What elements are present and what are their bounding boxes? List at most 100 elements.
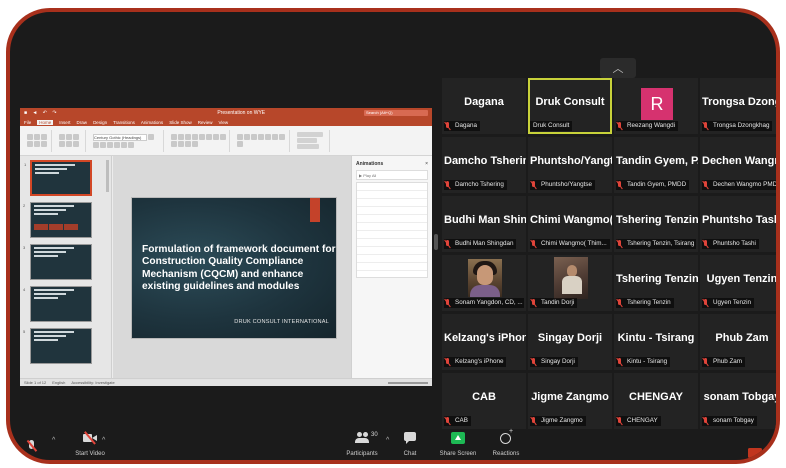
participant-tile[interactable]: Budhi Man Shin... Budhi Man Shingdan — [442, 196, 526, 252]
share-screen-icon — [451, 432, 465, 444]
microphone-muted-icon — [530, 239, 538, 249]
participant-name: Singay Dorji — [541, 358, 575, 365]
participant-tile[interactable]: Singay Dorji Singay Dorji — [528, 314, 612, 370]
participant-tile[interactable]: Tshering Tenzin Tshering Tenzin — [614, 255, 698, 311]
participant-tile[interactable]: R Reezang Wangdi — [614, 78, 698, 134]
paragraph-group — [168, 129, 230, 152]
ribbon-tab-insert: Insert — [59, 119, 71, 125]
participant-tile[interactable]: Ugyen Tenzin Ugyen Tenzin — [700, 255, 778, 311]
slide-accent-bar — [310, 198, 320, 222]
participant-tile[interactable]: Druk Consult Druk Consult — [528, 78, 612, 134]
meeting-toolbar: ^ Start Video ^ 30 Participants ^ Chat S… — [10, 418, 776, 460]
slide-footer: DRUK CONSULT INTERNATIONAL — [234, 319, 329, 325]
microphone-muted-icon — [530, 357, 538, 367]
slide-thumbnails-pane: 1 2 3 4 5 — [20, 156, 112, 378]
animations-pane-title: Animations — [356, 161, 384, 167]
microphone-muted-icon — [530, 180, 538, 190]
participant-name: Dechen Wangmo PMDD — [713, 181, 780, 188]
font-name-box: Century Gothic (Headings) — [93, 133, 147, 141]
participant-tile[interactable]: Kelzang's iPhone Kelzang's iPhone — [442, 314, 526, 370]
shared-screen: ■ ◄ ↶ ↷ Presentation on WYE Search (Alt+… — [20, 108, 432, 386]
avatar: R — [641, 88, 673, 120]
font-group: Century Gothic (Headings) — [90, 129, 164, 152]
participant-name: Chimi Wangmo( Thim... — [541, 240, 607, 247]
ribbon-tab-design: Design — [93, 119, 108, 125]
participant-photo — [554, 257, 588, 299]
ribbon-toolbar: Century Gothic (Headings) — [20, 126, 432, 156]
participant-display-name: Trongsa Dzongk... — [702, 96, 776, 108]
participant-tile[interactable]: Phuntsho/Yangt... Phuntsho/Yangtse — [528, 137, 612, 193]
participant-display-name: Phuntsho Tashi — [702, 214, 780, 226]
splitter-handle[interactable] — [434, 234, 438, 250]
participant-name-label: Phuntsho/Yangtse — [530, 180, 595, 190]
slides-group — [56, 129, 86, 152]
reactions-label: Reactions — [492, 451, 520, 457]
chevron-up-icon[interactable]: ︿ — [600, 58, 636, 78]
ribbon-tab-view: View — [218, 119, 229, 125]
powerpoint-title-bar: ■ ◄ ↶ ↷ Presentation on WYE Search (Alt+… — [20, 108, 432, 118]
slide-title: Formulation of framework document for Co… — [142, 244, 336, 292]
participant-name-label: Tandin Gyem, PMDD — [616, 180, 690, 190]
participants-icon: 30 — [355, 432, 378, 444]
microphone-muted-icon — [444, 239, 452, 249]
participant-name-label: Kelzang's iPhone — [444, 357, 507, 367]
microphone-muted-icon — [702, 180, 710, 190]
participant-tile[interactable]: Phuntsho Tashi Phuntsho Tashi — [700, 196, 780, 252]
participant-display-name: Druk Consult — [535, 96, 605, 108]
participant-display-name: Ugyen Tenzin — [706, 273, 778, 285]
slide-thumbnail: 5 — [23, 328, 92, 364]
slide-thumbnail-number: 3 — [23, 245, 26, 250]
participant-tile[interactable]: Dechen Wangm... Dechen Wangmo PMDD — [700, 137, 780, 193]
editing-group — [294, 129, 330, 152]
participant-name-label: Tshering Tenzin — [616, 298, 674, 308]
ribbon-tabs: File Home Insert Draw Design Transitions Anima… — [20, 118, 432, 126]
ribbon-tab-transitions: Transitions — [113, 119, 135, 125]
participant-name: Budhi Man Shingdan — [455, 240, 514, 247]
quick-access-icons: ■ ◄ ↶ ↷ — [24, 110, 59, 116]
start-video-button[interactable]: Start Video — [60, 431, 120, 457]
participant-tile[interactable]: Sonam Yangdon, CD, ... — [442, 255, 526, 311]
mute-button[interactable] — [16, 439, 46, 457]
video-options-caret[interactable]: ^ — [102, 437, 105, 444]
participant-name-label: Kintu - Tsirang — [616, 357, 671, 367]
participant-display-name: Tshering Tenzin — [616, 273, 698, 285]
audio-options-caret[interactable]: ^ — [52, 437, 55, 444]
document-title: Presentation on WYE — [217, 110, 266, 116]
participant-tile[interactable]: Dagana Dagana — [442, 78, 526, 134]
participant-name: Druk Consult — [533, 122, 570, 129]
participant-tile[interactable]: Chimi Wangmo(... Chimi Wangmo( Thim... — [528, 196, 612, 252]
clipboard-group — [24, 129, 52, 152]
participant-name: Damcho Tshering — [455, 181, 504, 188]
zoom-meeting-window: ■ ◄ ↶ ↷ Presentation on WYE Search (Alt+… — [6, 8, 780, 464]
reactions-icon — [499, 428, 513, 444]
participant-display-name: Dagana — [464, 96, 504, 108]
participant-display-name: Kelzang's iPhone — [444, 332, 526, 344]
participant-tile[interactable]: Tandin Dorji — [528, 255, 612, 311]
participant-tile[interactable]: Tandin Gyem, P... Tandin Gyem, PMDD — [614, 137, 698, 193]
participant-tile[interactable]: Kintu - Tsirang Kintu - Tsirang — [614, 314, 698, 370]
slide-thumbnail-number: 4 — [23, 287, 26, 292]
microphone-muted-icon — [444, 121, 452, 131]
participant-tile[interactable]: Phub Zam Phub Zam — [700, 314, 776, 370]
participant-display-name: sonam Tobgay — [703, 391, 780, 403]
powerpoint-body: 1 2 3 4 5 Formulation of framework document … — [20, 156, 432, 378]
participant-name: Tandin Dorji — [541, 299, 575, 306]
participant-display-name: Dechen Wangm... — [702, 155, 776, 167]
participant-tile[interactable]: Tshering Tenzin,... Tshering Tenzin, Tsir… — [614, 196, 698, 252]
participant-tile[interactable]: Damcho Tshering Damcho Tshering — [442, 137, 526, 193]
microphone-muted-icon — [444, 357, 452, 367]
participant-tile[interactable]: Trongsa Dzongk... Trongsa Dzongkhag — [700, 78, 776, 134]
slide-thumbnail: 2 — [23, 202, 92, 238]
reactions-button[interactable]: Reactions — [476, 428, 536, 457]
participant-name-label: Singay Dorji — [530, 357, 578, 367]
microphone-muted-icon — [616, 180, 624, 190]
microphone-muted-icon — [24, 440, 38, 452]
participant-name-label: Phub Zam — [702, 357, 746, 367]
participant-name: Kintu - Tsirang — [627, 358, 668, 365]
participant-display-name: Damcho Tshering — [444, 155, 526, 167]
participant-name: Phub Zam — [713, 358, 743, 365]
thumbnails-scrollbar — [106, 160, 109, 192]
play-all-button: ▶ Play All — [356, 170, 428, 180]
chat-icon — [403, 432, 417, 444]
close-icon: × — [425, 161, 428, 167]
